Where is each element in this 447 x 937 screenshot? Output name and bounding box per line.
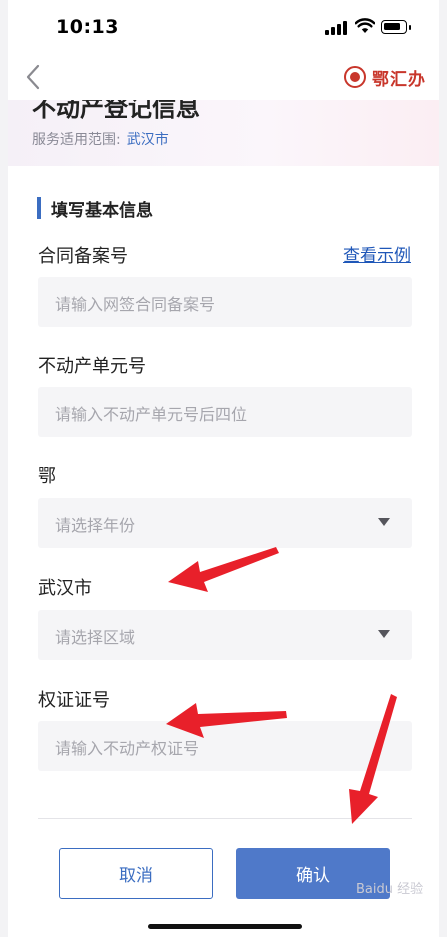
cellular-signal-icon [325, 21, 347, 35]
brand-name: 鄂汇办 [372, 69, 426, 90]
status-time: 10:13 [56, 16, 119, 38]
dropdown-caret-icon [378, 518, 390, 526]
section-header: 填写基本信息 [37, 196, 153, 221]
divider [38, 818, 412, 819]
year-label: 鄂 [38, 466, 56, 487]
nav-bar: 鄂汇办 [0, 56, 447, 100]
wifi-icon [355, 18, 375, 33]
area-select[interactable]: 请选择区域 [38, 610, 412, 660]
watermark: Baidu 经验 [356, 882, 424, 897]
scope-city: 武汉市 [126, 132, 169, 148]
year-placeholder: 请选择年份 [55, 516, 136, 535]
page-title: 不动产登记信息 [32, 100, 200, 122]
header-banner: 不动产登记信息 服务适用范围: 武汉市 [8, 100, 439, 166]
section-title: 填写基本信息 [51, 200, 153, 221]
unit-number-placeholder: 请输入不动产单元号后四位 [55, 405, 248, 424]
back-arrow-icon[interactable] [22, 62, 46, 92]
unit-number-label: 不动产单元号 [38, 356, 146, 377]
area-label: 武汉市 [38, 578, 92, 599]
certificate-number-input[interactable]: 请输入不动产权证号 [38, 721, 412, 771]
service-scope: 服务适用范围: 武汉市 [32, 129, 169, 149]
contract-number-label: 合同备案号 [38, 246, 128, 267]
certificate-number-placeholder: 请输入不动产权证号 [55, 739, 200, 758]
section-accent-bar [37, 197, 41, 219]
annotation-arrow-area [168, 547, 279, 592]
brand-seal-icon [344, 66, 366, 88]
area-placeholder: 请选择区域 [55, 628, 136, 647]
scope-label: 服务适用范围: [32, 132, 121, 148]
contract-number-input[interactable]: 请输入网签合同备案号 [38, 277, 412, 327]
contract-number-placeholder: 请输入网签合同备案号 [55, 295, 216, 314]
left-edge [0, 0, 8, 937]
right-edge [439, 0, 447, 937]
brand-logo: 鄂汇办 [344, 64, 426, 90]
view-example-link[interactable]: 查看示例 [343, 241, 411, 266]
battery-icon [381, 20, 411, 34]
status-bar: 10:13 [0, 0, 447, 56]
unit-number-input[interactable]: 请输入不动产单元号后四位 [38, 387, 412, 437]
certificate-number-label: 权证证号 [38, 690, 110, 711]
cancel-button[interactable]: 取消 [59, 848, 213, 899]
year-select[interactable]: 请选择年份 [38, 498, 412, 548]
home-indicator [148, 924, 302, 929]
dropdown-caret-icon [378, 630, 390, 638]
